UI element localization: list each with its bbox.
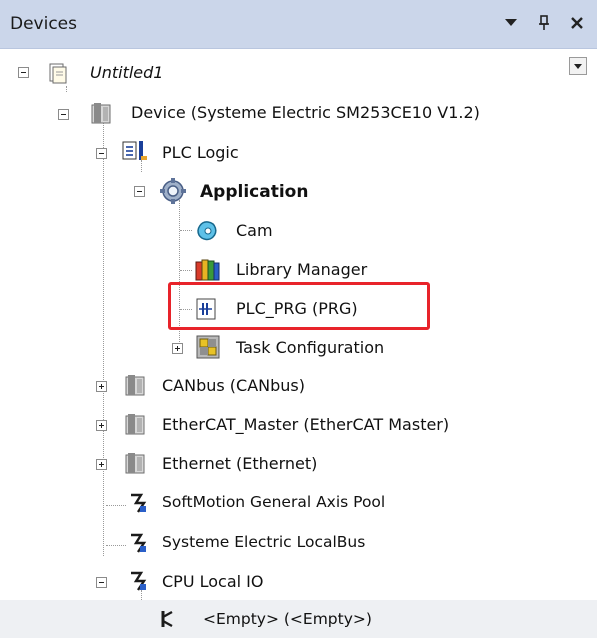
application-gear-icon <box>160 178 186 204</box>
expand-toggle[interactable] <box>96 381 107 392</box>
ethernet-device-icon <box>124 451 146 474</box>
scroll-dropdown-button[interactable] <box>569 57 587 75</box>
tree-item-ethernet[interactable]: Ethernet (Ethernet) <box>162 454 317 473</box>
close-icon[interactable] <box>566 12 588 34</box>
tree-item-library-manager[interactable]: Library Manager <box>236 260 367 279</box>
tree-item-cam[interactable]: Cam <box>236 221 273 240</box>
devices-panel: Devices Untitled1 Device (Systeme Electr… <box>0 0 597 641</box>
tree-item-canbus[interactable]: CANbus (CANbus) <box>162 376 305 395</box>
expand-toggle[interactable] <box>96 420 107 431</box>
tree-guide <box>103 116 105 556</box>
tree-guide <box>106 505 126 507</box>
device-icon <box>90 101 112 124</box>
tree-item-localbus[interactable]: Systeme Electric LocalBus <box>162 533 365 551</box>
tree-guide <box>66 86 68 92</box>
cam-icon <box>195 219 217 241</box>
localbus-icon <box>128 532 150 554</box>
cpu-io-icon <box>128 570 150 592</box>
collapse-toggle[interactable] <box>58 109 69 120</box>
expand-toggle[interactable] <box>96 459 107 470</box>
panel-titlebar: Devices <box>0 0 597 49</box>
collapse-toggle[interactable] <box>96 577 107 588</box>
tree-item-cpu-io[interactable]: CPU Local IO <box>162 572 263 591</box>
tree-item-task-configuration[interactable]: Task Configuration <box>236 338 384 357</box>
library-books-icon <box>194 258 220 281</box>
tree-item-empty[interactable]: <Empty> (<Empty>) <box>203 610 372 628</box>
panel-title: Devices <box>10 14 77 34</box>
program-icon <box>195 297 217 320</box>
task-configuration-icon <box>196 335 220 359</box>
tree-guide <box>180 270 192 272</box>
dropdown-icon[interactable] <box>500 12 522 34</box>
tree-item-device[interactable]: Device (Systeme Electric SM253CE10 V1.2) <box>131 103 480 122</box>
project-icon <box>48 62 70 84</box>
tree-item-plc-logic[interactable]: PLC Logic <box>162 143 239 162</box>
canbus-device-icon <box>124 373 146 396</box>
axis-pool-icon <box>128 492 150 514</box>
empty-slot-icon <box>158 608 180 630</box>
tree-item-ethercat[interactable]: EtherCAT_Master (EtherCAT Master) <box>162 415 449 434</box>
tree-item-project[interactable]: Untitled1 <box>90 63 163 82</box>
ethercat-device-icon <box>124 412 146 435</box>
collapse-toggle[interactable] <box>96 148 107 159</box>
tree-guide <box>106 545 126 547</box>
collapse-toggle[interactable] <box>134 186 145 197</box>
tree-item-plc-prg[interactable]: PLC_PRG (PRG) <box>236 299 358 318</box>
expand-toggle[interactable] <box>172 343 183 354</box>
tree-item-application[interactable]: Application <box>200 182 308 202</box>
plc-logic-icon <box>122 140 147 162</box>
tree-guide <box>180 230 192 232</box>
pin-icon[interactable] <box>533 12 555 34</box>
tree-item-softmotion[interactable]: SoftMotion General Axis Pool <box>162 493 385 511</box>
collapse-toggle[interactable] <box>18 67 29 78</box>
